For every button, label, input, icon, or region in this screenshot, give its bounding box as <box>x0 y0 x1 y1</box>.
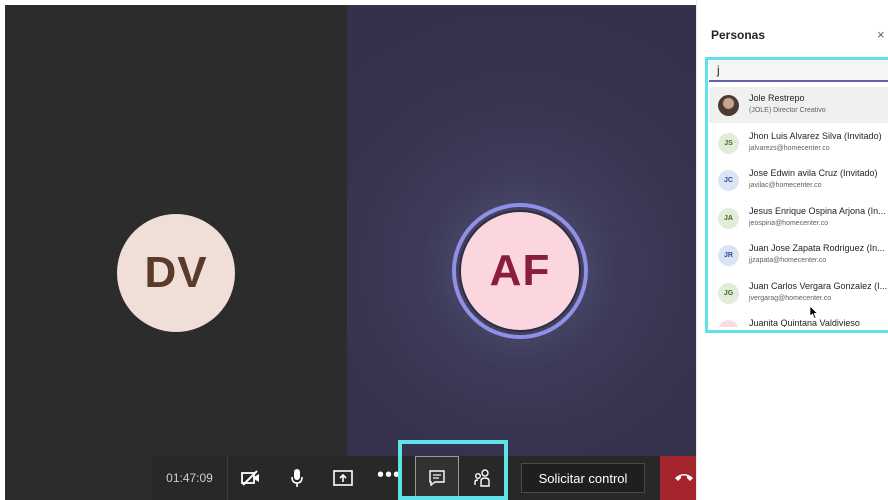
person-avatar: JA <box>718 207 739 229</box>
avatar-af: AF <box>459 210 581 332</box>
person-email: jalvarezs@homecenter.co <box>749 144 830 152</box>
person-suggestion-item[interactable]: JC Jose Edwin avila Cruz (Invitado) javila… <box>709 162 888 198</box>
call-timer: 01:47:09 <box>152 456 228 500</box>
person-avatar: JC <box>718 170 739 191</box>
person-name: Juanita Quintana Valdivieso <box>749 318 860 327</box>
share-screen-icon <box>333 469 353 487</box>
participants-icon <box>473 468 493 488</box>
person-avatar: JR <box>718 245 739 266</box>
speaking-ring: AF <box>452 203 588 339</box>
people-suggestion-list: Jole Restrepo (JOLE) Director Creativo JS J… <box>709 87 888 327</box>
video-off-icon <box>241 470 261 486</box>
microphone-icon <box>290 468 304 488</box>
person-avatar <box>718 320 739 327</box>
more-options-button[interactable]: ••• <box>366 456 412 500</box>
person-suggestion-item[interactable]: JS Jhon Luis Alvarez Silva (Invitado) jalv… <box>709 125 888 161</box>
search-value: j <box>717 63 720 77</box>
person-suggestion-item[interactable]: JA Jesus Enrique Ospina Arjona (In... jeos… <box>709 200 888 236</box>
panel-title: Personas <box>711 28 766 42</box>
person-suggestion-item[interactable]: JG Juan Carlos Vergara Gonzalez (I... jver… <box>709 275 888 311</box>
mouse-cursor-icon <box>809 305 819 324</box>
person-suggestion-item[interactable]: Jole Restrepo (JOLE) Director Creativo <box>709 87 888 123</box>
person-email: jjzapata@homecenter.co <box>749 257 827 264</box>
avatar-dv: DV <box>117 214 235 332</box>
request-control-button[interactable]: Solicitar control <box>521 463 645 493</box>
person-name: Juan Carlos Vergara Gonzalez (I... <box>749 280 888 291</box>
person-name: Jesus Enrique Ospina Arjona (In... <box>749 205 886 216</box>
person-email: jvergarag@homecenter.co <box>749 294 832 302</box>
more-options-icon: ••• <box>376 463 401 486</box>
close-icon[interactable]: × <box>877 27 885 42</box>
people-panel: Personas × j Jole Restrepo (JOLE) Directo… <box>696 0 888 500</box>
hang-up-icon <box>674 469 694 487</box>
person-suggestion-item[interactable]: Juanita Quintana Valdivieso <box>709 312 888 327</box>
share-screen-button[interactable] <box>320 456 366 500</box>
person-name: Juan Jose Zapata Rodriguez (In... <box>749 243 885 253</box>
person-suggestion-item[interactable]: JR Juan Jose Zapata Rodriguez (In... jjzap… <box>709 237 888 273</box>
meeting-stage: DV AF 01:47:09 ••• Solicitar control Per… <box>0 0 888 500</box>
chat-button[interactable] <box>415 456 459 500</box>
participants-button[interactable] <box>460 456 506 500</box>
person-avatar <box>718 95 739 116</box>
people-search-input[interactable] <box>709 58 888 82</box>
person-email: javilac@homecenter.co <box>749 182 822 189</box>
mic-toggle-button[interactable] <box>274 456 320 500</box>
person-avatar: JS <box>718 132 739 154</box>
person-email: (JOLE) Director Creativo <box>749 107 826 114</box>
person-email: jeospina@homecenter.co <box>749 219 829 227</box>
person-name: Jhon Luis Alvarez Silva (Invitado) <box>749 130 882 141</box>
person-avatar: JG <box>718 282 739 304</box>
camera-toggle-button[interactable] <box>228 456 274 500</box>
person-name: Jole Restrepo <box>749 93 805 103</box>
participant-tile-dv[interactable]: DV <box>5 5 347 500</box>
person-name: Jose Edwin avila Cruz (Invitado) <box>749 168 878 178</box>
chat-icon <box>428 469 446 492</box>
